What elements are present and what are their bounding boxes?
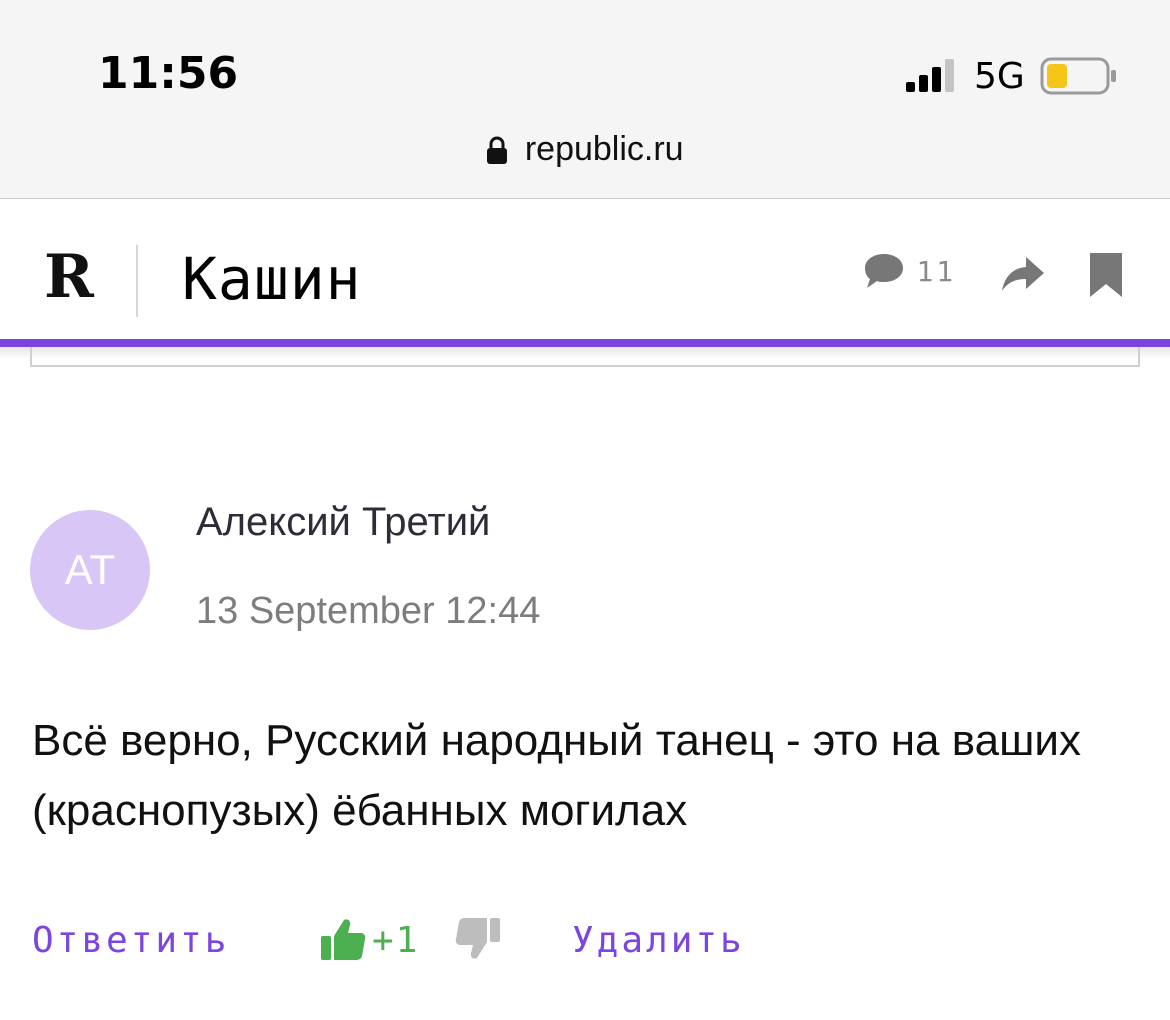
signal-strength-icon <box>906 59 954 92</box>
section-title: Кашин <box>182 245 362 313</box>
comments-button[interactable]: 11 <box>862 251 956 301</box>
bookmark-icon[interactable] <box>1088 251 1124 299</box>
network-type: 5G <box>974 56 1025 97</box>
url-text: republic.ru <box>524 130 684 168</box>
delete-button[interactable]: Удалить <box>572 920 745 961</box>
comment-date: 13 September 12:44 <box>196 590 541 632</box>
status-bar: 11:56 5G republic.ru <box>0 0 1170 199</box>
header-accent-bar <box>0 339 1170 347</box>
thumbs-up-icon[interactable] <box>320 916 366 962</box>
comment-author[interactable]: Алексий Третий <box>196 500 490 545</box>
comments-count: 11 <box>916 254 957 288</box>
republic-logo[interactable]: R <box>44 247 94 307</box>
site-header: R Кашин 11 <box>0 199 1170 339</box>
header-divider <box>136 245 138 317</box>
previous-block-edge <box>30 347 1140 367</box>
likes-count: +1 <box>372 920 420 961</box>
comment-icon <box>865 254 903 288</box>
share-icon[interactable] <box>1000 253 1046 297</box>
lock-icon <box>487 136 508 164</box>
address-bar[interactable]: republic.ru <box>0 130 1170 176</box>
comment-text: Всё верно, Русский народный танец - это … <box>32 716 1081 835</box>
thumbs-down-icon[interactable] <box>455 916 501 962</box>
status-time: 11:56 <box>98 48 239 99</box>
battery-icon <box>1040 57 1116 95</box>
reply-button[interactable]: Ответить <box>32 920 229 961</box>
avatar[interactable]: АТ <box>30 510 150 630</box>
comment-actions: Ответить +1 Удалить <box>0 910 1170 970</box>
